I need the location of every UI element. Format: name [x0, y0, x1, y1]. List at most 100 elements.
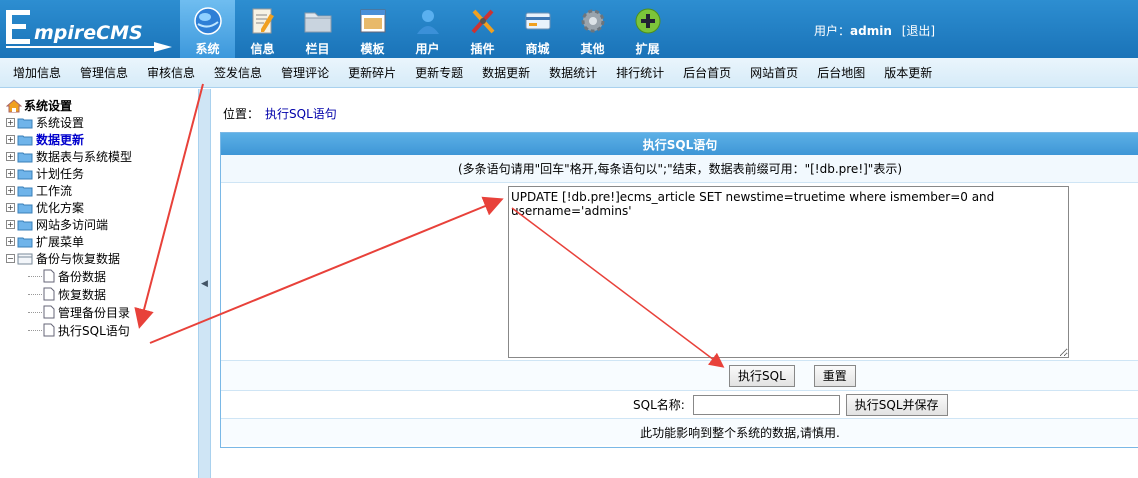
tree-child-label: 恢复数据: [58, 287, 107, 302]
user-info: 用户：admin [退出]: [814, 22, 935, 39]
user-name: admin: [850, 24, 892, 38]
tree-item-tables-models[interactable]: + 数据表与系统模型: [6, 148, 198, 165]
card-icon: [522, 5, 554, 37]
folder-icon: [17, 152, 33, 162]
subnav-version-update[interactable]: 版本更新: [884, 64, 932, 81]
nav-shop[interactable]: 商城: [510, 0, 565, 58]
nav-other[interactable]: 其他: [565, 0, 620, 58]
page-icon: [43, 269, 55, 283]
expand-icon[interactable]: +: [6, 203, 15, 212]
expand-icon[interactable]: +: [6, 118, 15, 127]
warning-row: 此功能影响到整个系统的数据,请慎用.: [221, 419, 1138, 445]
tree-item-label: 网站多访问端: [36, 218, 109, 232]
subnav-admin-map[interactable]: 后台地图: [817, 64, 865, 81]
execute-and-save-button[interactable]: 执行SQL并保存: [845, 393, 948, 416]
folder-icon: [17, 169, 33, 179]
tree-item-optimization[interactable]: + 优化方案: [6, 199, 198, 216]
tree-child-execute-sql[interactable]: 执行SQL语句: [6, 321, 198, 339]
tree-item-extend-menu[interactable]: + 扩展菜单: [6, 233, 198, 250]
empirecms-logo[interactable]: mpireCMS: [4, 4, 176, 54]
tree-item-label: 计划任务: [36, 167, 85, 181]
tree-item-data-update[interactable]: + 数据更新: [6, 131, 198, 148]
nav-label: 扩展: [635, 42, 660, 56]
breadcrumb: 位置： 执行SQL语句: [223, 105, 337, 122]
expand-icon[interactable]: +: [6, 220, 15, 229]
tree-child-manage-backup-dir[interactable]: 管理备份目录: [6, 303, 198, 321]
tree-item-backup-restore[interactable]: − 备份与恢复数据: [6, 250, 198, 267]
open-folder-icon: [17, 253, 33, 264]
tree-item-label: 扩展菜单: [36, 235, 85, 249]
tree-item-scheduled-tasks[interactable]: + 计划任务: [6, 165, 198, 182]
nav-label: 系统: [195, 42, 220, 56]
tree-item-label: 工作流: [36, 184, 73, 198]
folder-icon: [302, 5, 334, 37]
plus-circle-icon: [632, 5, 664, 37]
collapse-icon[interactable]: −: [6, 254, 15, 263]
nav-info[interactable]: 信息: [235, 0, 290, 58]
tree-child-label: 管理备份目录: [58, 305, 131, 320]
nav-label: 模板: [360, 42, 385, 56]
collapse-arrow-icon: ◀: [201, 278, 208, 289]
sql-name-label: SQL名称:: [633, 398, 685, 412]
nav-system[interactable]: 系统: [180, 0, 235, 58]
reset-button[interactable]: 重置: [813, 364, 856, 387]
sidebar-toggle[interactable]: ◀: [198, 89, 211, 478]
tree-item-multi-access[interactable]: + 网站多访问端: [6, 216, 198, 233]
subnav-update-fragments[interactable]: 更新碎片: [348, 64, 396, 81]
nav-label: 用户: [415, 42, 440, 56]
subnav-data-stats[interactable]: 数据统计: [549, 64, 597, 81]
tree-item-label: 系统设置: [36, 116, 85, 130]
tree-item-workflow[interactable]: + 工作流: [6, 182, 198, 199]
window-template-icon: [357, 5, 389, 37]
tree-child-restore-data[interactable]: 恢复数据: [6, 285, 198, 303]
user-prefix: 用户：: [814, 24, 851, 38]
subnav-admin-home[interactable]: 后台首页: [683, 64, 731, 81]
logout-link[interactable]: [退出]: [902, 24, 935, 38]
subnav-site-home[interactable]: 网站首页: [750, 64, 798, 81]
expand-icon[interactable]: +: [6, 135, 15, 144]
nav-label: 信息: [250, 42, 275, 56]
nav-plugin[interactable]: 插件: [455, 0, 510, 58]
nav-column[interactable]: 栏目: [290, 0, 345, 58]
expand-icon[interactable]: +: [6, 152, 15, 161]
subnav-data-update[interactable]: 数据更新: [482, 64, 530, 81]
folder-icon: [17, 186, 33, 196]
execute-sql-button[interactable]: 执行SQL: [729, 364, 795, 387]
main-content: 位置： 执行SQL语句 执行SQL语句 (多条语句请用"回车"格开,每条语句以";…: [212, 89, 1138, 478]
subnav-add-info[interactable]: 增加信息: [13, 64, 61, 81]
tree-item-system-settings[interactable]: + 系统设置: [6, 114, 198, 131]
nav-template[interactable]: 模板: [345, 0, 400, 58]
expand-icon[interactable]: +: [6, 237, 15, 246]
subnav-update-topics[interactable]: 更新专题: [415, 64, 463, 81]
sql-panel: 执行SQL语句 (多条语句请用"回车"格开,每条语句以";"结束，数据表前缀可用…: [220, 132, 1138, 448]
sql-textarea[interactable]: UPDATE [!db.pre!]ecms_article SET newsti…: [508, 186, 1069, 358]
subnav-review-info[interactable]: 审核信息: [147, 64, 195, 81]
subnav-manage-comments[interactable]: 管理评论: [281, 64, 329, 81]
tree-child-backup-data[interactable]: 备份数据: [6, 267, 198, 285]
subnav-rank-stats[interactable]: 排行统计: [616, 64, 664, 81]
tools-icon: [467, 5, 499, 37]
save-row: SQL名称: 执行SQL并保存: [221, 391, 1138, 419]
document-edit-icon: [247, 5, 279, 37]
nav-user[interactable]: 用户: [400, 0, 455, 58]
main-nav: 系统 信息 栏目 模板 用户 插件 商城 其他 扩展: [180, 0, 675, 58]
expand-icon[interactable]: +: [6, 186, 15, 195]
subnav-sign-info[interactable]: 签发信息: [214, 64, 262, 81]
button-row: 执行SQL 重置: [221, 361, 1138, 391]
home-icon: [6, 98, 22, 112]
subnav-manage-info[interactable]: 管理信息: [80, 64, 128, 81]
nav-label: 栏目: [305, 42, 330, 56]
folder-icon: [17, 237, 33, 247]
sub-nav: 增加信息 管理信息 审核信息 签发信息 管理评论 更新碎片 更新专题 数据更新 …: [0, 58, 1138, 88]
sql-name-input[interactable]: [692, 394, 840, 415]
nav-label: 其他: [580, 42, 605, 56]
nav-extend[interactable]: 扩展: [620, 0, 675, 58]
folder-icon: [17, 135, 33, 145]
page-icon: [43, 305, 55, 319]
expand-icon[interactable]: +: [6, 169, 15, 178]
breadcrumb-prefix: 位置：: [223, 107, 260, 121]
breadcrumb-current[interactable]: 执行SQL语句: [265, 107, 337, 121]
panel-title: 执行SQL语句: [221, 133, 1138, 155]
nav-label: 插件: [470, 42, 495, 56]
tree-root[interactable]: 系统设置: [6, 97, 198, 114]
